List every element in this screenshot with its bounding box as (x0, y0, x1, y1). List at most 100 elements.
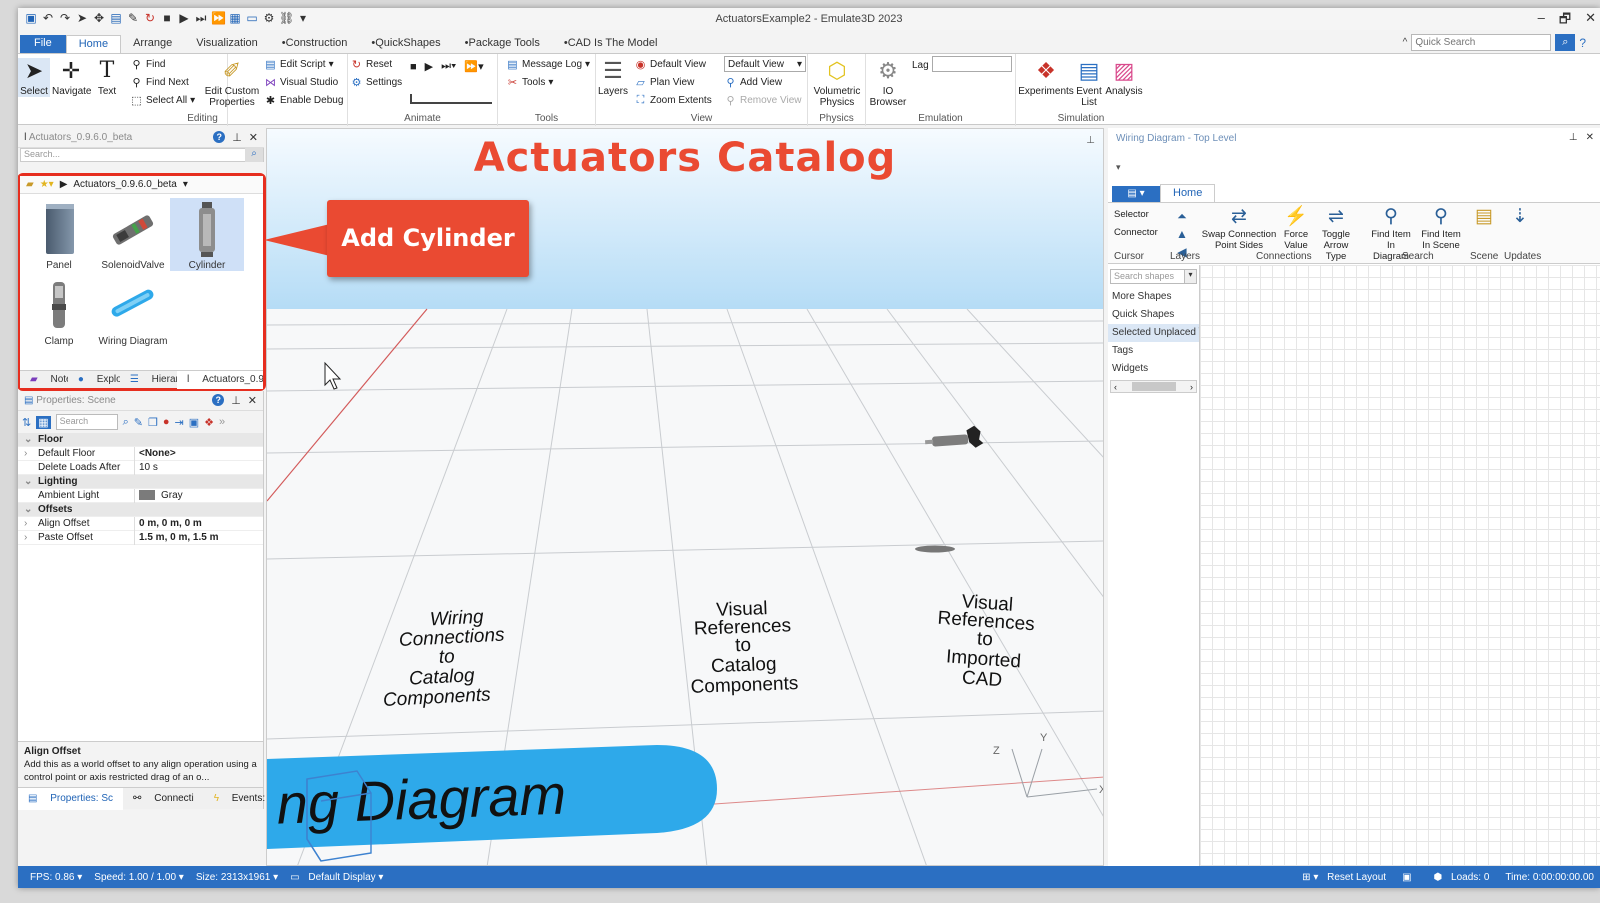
categorized-icon[interactable]: ▦ (36, 415, 51, 429)
sort-icon[interactable]: ⇅ (22, 416, 31, 429)
reset-button[interactable]: ↻ Reset (350, 58, 392, 71)
scroll-left-icon[interactable]: ‹ (1114, 382, 1117, 392)
visual-studio-button[interactable]: ⋈ Visual Studio (264, 76, 338, 89)
help-icon[interactable]: ? (213, 131, 226, 143)
wiring-menu-button[interactable]: ▤ ▾ (1112, 186, 1160, 202)
package-icon[interactable]: ❖ (204, 416, 214, 429)
help-icon[interactable]: ? (1579, 36, 1586, 50)
catalog-item-clamp[interactable]: Clamp (22, 274, 96, 347)
add-view-button[interactable]: ⚲ Add View (724, 76, 782, 89)
lag-input[interactable] (932, 56, 1012, 72)
search-shapes-input[interactable]: Search shapes ▾ (1110, 269, 1197, 284)
catalog-item-solenoidvalve[interactable]: SolenoidValve (96, 198, 170, 271)
folder-icon[interactable]: ▰ (26, 179, 34, 190)
property-value[interactable]: 0 m, 0 m, 0 m (134, 516, 263, 531)
connector-button[interactable]: Connector (1114, 227, 1158, 238)
wiring-diagram-canvas[interactable] (1200, 265, 1600, 866)
select-button[interactable]: ➤ Select (18, 58, 50, 97)
scroll-right-icon[interactable]: › (1190, 382, 1193, 392)
tab-actuators[interactable]: ǀ Actuators_0.9.6.0 (176, 370, 264, 389)
speed-slider[interactable] (410, 94, 492, 104)
property-value[interactable]: 10 s (134, 460, 263, 475)
catalog-item-cylinder[interactable]: Cylinder (170, 198, 244, 271)
default-view-button[interactable]: ◉ Default View (634, 58, 706, 71)
bring-forward-icon[interactable]: ▲ (1176, 227, 1188, 241)
search-icon[interactable]: ⌕ (1555, 34, 1576, 51)
stop-icon[interactable]: ■ (410, 61, 417, 73)
chevron-down-icon[interactable]: ▾ (183, 179, 188, 190)
catalog-item-wiring-diagram[interactable]: Wiring Diagram (96, 274, 170, 347)
shape-category-widgets[interactable]: Widgets (1108, 360, 1199, 378)
plan-view-button[interactable]: ▱ Plan View (634, 76, 694, 89)
settings-button[interactable]: ⚙ Settings (350, 76, 403, 89)
find-in-scene-button[interactable]: ⚲ Find Item In Scene (1418, 205, 1464, 251)
property-value[interactable]: Gray (134, 488, 263, 503)
updates-button[interactable]: ⇣ (1508, 205, 1532, 229)
close-icon[interactable]: ✕ (1586, 132, 1594, 143)
edit-custom-properties-button[interactable]: ✐ Edit Custom Properties (204, 58, 260, 108)
scrollbar-thumb[interactable] (1131, 382, 1176, 391)
force-value-button[interactable]: ⚡ Force Value (1280, 205, 1312, 251)
tab-notes[interactable]: ▰ Note (20, 374, 68, 385)
tab-wiring-home[interactable]: Home (1160, 184, 1216, 202)
size-readout[interactable]: Size: 2313x1961 ▾ (190, 872, 278, 883)
pin-icon[interactable]: ⊥ (231, 394, 241, 407)
tab-construction[interactable]: •Construction (270, 35, 360, 53)
property-category[interactable]: ⌄ Lighting (18, 475, 263, 489)
zoom-extents-button[interactable]: ⛶ Zoom Extents (634, 94, 712, 107)
property-row[interactable]: › Align Offset 0 m, 0 m, 0 m (18, 516, 263, 531)
pin-icon[interactable]: ⊥ (1569, 132, 1578, 143)
selector-button[interactable]: Selector (1114, 209, 1149, 220)
catalog-search-input[interactable]: Search... ⌕ (20, 148, 264, 162)
scene-button[interactable]: ▤ (1472, 205, 1496, 229)
io-browser-button[interactable]: ⚙ IO Browser (868, 58, 908, 108)
star-icon[interactable]: ★▾ (40, 179, 54, 190)
tab-cad-is-the-model[interactable]: •CAD Is The Model (552, 35, 670, 53)
collapse-icon[interactable]: ⌄ (24, 504, 32, 515)
overflow-icon[interactable]: ▾ (1116, 162, 1121, 173)
properties-search-input[interactable]: Search (55, 414, 118, 430)
property-row[interactable]: › Default Floor <None> (18, 446, 263, 461)
shapes-scrollbar[interactable]: ‹ › (1110, 380, 1197, 393)
expand-icon[interactable]: › (24, 518, 27, 529)
volumetric-physics-button[interactable]: ⬡ Volumetric Physics (808, 58, 866, 108)
expand-icon[interactable]: › (24, 532, 27, 543)
more-icon[interactable]: » (219, 416, 225, 428)
experiments-button[interactable]: ❖ Experiments (1018, 58, 1074, 97)
property-category[interactable]: ⌄ Offsets (18, 503, 263, 517)
enable-debug-button[interactable]: ✱ Enable Debug (264, 94, 344, 107)
tools-button[interactable]: ✂ Tools ▾ (506, 76, 554, 89)
view-select[interactable]: Default View ▾ (724, 56, 806, 72)
swap-connection-button[interactable]: ⇄ Swap Connection Point Sides (1200, 205, 1278, 251)
shape-category-more-shapes[interactable]: More Shapes (1108, 288, 1199, 306)
collapse-icon[interactable]: ⌄ (24, 434, 32, 445)
collapse-ribbon-icon[interactable]: ^ (1403, 37, 1408, 48)
message-log-button[interactable]: ▤ Message Log ▾ (506, 58, 590, 71)
layout-icon[interactable]: ▣ (189, 416, 199, 429)
property-value[interactable]: 1.5 m, 0 m, 1.5 m (134, 530, 263, 545)
tab-explorer[interactable]: ● Explor (68, 374, 120, 385)
shape-category-quick-shapes[interactable]: Quick Shapes (1108, 306, 1199, 324)
text-button[interactable]: T Text (94, 58, 120, 97)
shape-category-selected-unplaced[interactable]: Selected Unplaced \ (1108, 324, 1199, 342)
restore-button[interactable]: 🗗 (1559, 10, 1571, 32)
quick-search-input[interactable] (1411, 34, 1552, 51)
edit-script-button[interactable]: ▤ Edit Script ▾ (264, 58, 333, 71)
export-icon[interactable]: ⇥ (175, 416, 184, 429)
copy-icon[interactable]: ❐ (148, 416, 158, 429)
analysis-button[interactable]: ▨ Analysis (1104, 58, 1144, 97)
tab-package-tools[interactable]: •Package Tools (453, 35, 552, 53)
search-icon[interactable]: ⌕ (245, 148, 263, 162)
pin-icon[interactable]: ⊥ (232, 131, 242, 144)
close-icon[interactable]: ✕ (249, 131, 258, 144)
fast-forward-icon[interactable]: ⏩▾ (464, 60, 483, 73)
select-all-button[interactable]: ⬚ Select All ▾ (130, 94, 195, 107)
expand-icon[interactable]: › (24, 448, 27, 459)
search-icon[interactable]: ⌕ (123, 416, 129, 429)
bring-to-front-icon[interactable]: ⏶ (1177, 209, 1187, 223)
tab-connections[interactable]: ⚯ Connecti (123, 793, 204, 804)
layers-button[interactable]: ☰ Layers (598, 58, 628, 97)
tab-hierarchy[interactable]: ☰ Hierarc (120, 374, 177, 385)
tab-visualization[interactable]: Visualization (184, 35, 270, 53)
collapse-icon[interactable]: ⌄ (24, 476, 32, 487)
